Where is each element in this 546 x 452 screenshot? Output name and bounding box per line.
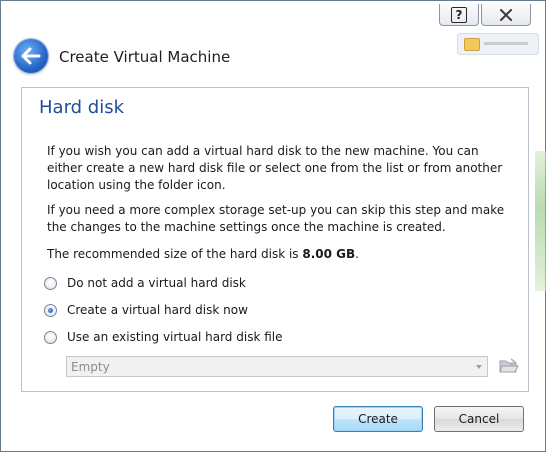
back-button[interactable] [14, 39, 48, 73]
page-heading: Hard disk [39, 97, 125, 118]
radio-existing-disk[interactable] [44, 330, 57, 344]
help-button[interactable]: ? [439, 4, 479, 26]
storage-paragraph: If you need a more complex storage set-u… [47, 203, 505, 234]
help-icon: ? [451, 6, 467, 23]
existing-disk-select-value: Empty [71, 360, 110, 374]
background-app-tab [457, 33, 539, 55]
existing-disk-select[interactable]: Empty [66, 356, 488, 377]
recommended-size-text: The recommended size of the hard disk is… [47, 246, 517, 263]
background-folder-icon [464, 38, 480, 51]
folder-open-icon [499, 358, 519, 373]
radio-create-disk[interactable] [44, 303, 57, 317]
create-button[interactable]: Create [333, 406, 423, 432]
recommended-size-value: 8.00 GB [302, 247, 356, 261]
recommended-size-suffix: . [355, 247, 359, 261]
dialog-title: Create Virtual Machine [59, 48, 231, 66]
background-green-strip [535, 151, 546, 291]
radio-no-disk[interactable] [44, 276, 57, 290]
option-no-disk-label: Do not add a virtual hard disk [67, 276, 246, 290]
cancel-button[interactable]: Cancel [434, 406, 524, 432]
option-no-disk[interactable]: Do not add a virtual hard disk [44, 275, 246, 291]
intro-paragraph: If you wish you can add a virtual hard d… [47, 144, 503, 192]
create-vm-dialog: ? Create Virtual Machine Hard disk If yo… [0, 0, 546, 452]
hard-disk-page: Hard disk If you wish you can add a virt… [21, 87, 529, 392]
close-icon [500, 8, 512, 21]
background-blurred-text [484, 42, 528, 45]
option-create-disk[interactable]: Create a virtual hard disk now [44, 302, 248, 318]
recommended-size-prefix: The recommended size of the hard disk is [47, 247, 303, 261]
chevron-down-icon [476, 365, 482, 369]
option-existing-disk[interactable]: Use an existing virtual hard disk file [44, 329, 282, 345]
option-existing-disk-label: Use an existing virtual hard disk file [67, 330, 283, 344]
choose-disk-file-button[interactable] [499, 356, 519, 376]
back-arrow-icon [21, 47, 41, 65]
close-button[interactable] [481, 4, 531, 26]
option-create-disk-label: Create a virtual hard disk now [67, 303, 248, 317]
